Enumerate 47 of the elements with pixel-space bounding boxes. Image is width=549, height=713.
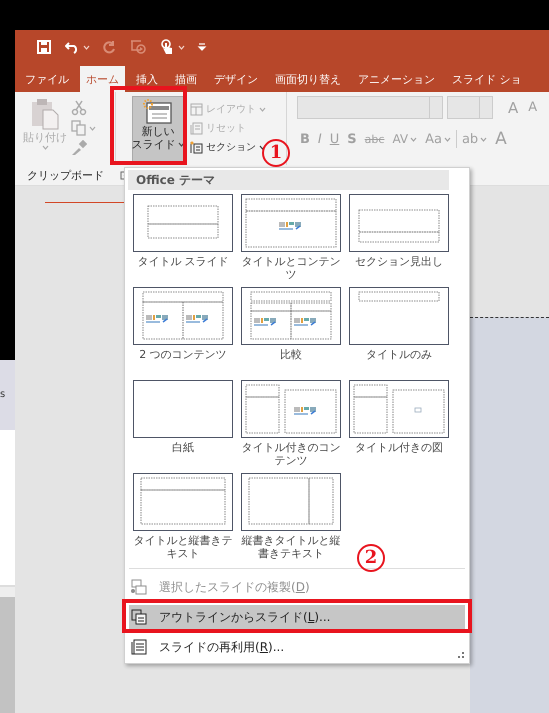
- customize-icon[interactable]: [195, 42, 209, 52]
- layout-option[interactable]: 2 つのコンテンツ: [129, 287, 237, 380]
- caret-icon: [410, 136, 418, 142]
- group-label: クリップボード: [27, 168, 104, 182]
- scrollbar[interactable]: [0, 587, 15, 713]
- ribbon-tab[interactable]: デザイン: [208, 66, 264, 92]
- caret-icon[interactable]: [83, 44, 90, 50]
- layout-option[interactable]: 比較: [237, 287, 345, 380]
- duplicate-slide-icon: [131, 579, 147, 595]
- layout-option[interactable]: タイトル付きの図: [345, 380, 453, 473]
- ribbon-tab[interactable]: ファイル: [19, 66, 75, 92]
- ribbon-tab[interactable]: 挿入: [130, 66, 164, 92]
- clipboard-icon: [30, 98, 60, 130]
- layout-option[interactable]: タイトル付きのコンテンツ: [237, 380, 345, 473]
- section-icon: [190, 140, 203, 154]
- reset-icon: [190, 122, 203, 134]
- ribbon-tab[interactable]: ホーム: [80, 66, 125, 92]
- ribbon-tab[interactable]: 画面切り替え: [269, 66, 347, 92]
- caret-icon: [480, 136, 488, 142]
- ribbon-tab[interactable]: 描画: [169, 66, 203, 92]
- reuse-slides-icon: [131, 639, 147, 655]
- caret-icon: [42, 145, 48, 150]
- layout-option[interactable]: タイトル スライド: [129, 194, 237, 287]
- thumbnail-text: s: [0, 389, 6, 401]
- layout-option[interactable]: タイトルと縦書きテキスト: [129, 473, 237, 566]
- step-number: 1: [262, 139, 290, 167]
- layout-option[interactable]: タイトルのみ: [345, 287, 453, 380]
- step-number: 2: [357, 544, 385, 572]
- ribbon-tab[interactable]: スライド ショ: [446, 66, 528, 92]
- layout-option[interactable]: タイトルとコンテンツ: [237, 194, 345, 287]
- resize-grip-icon[interactable]: [457, 651, 465, 659]
- new-slide-icon: [143, 99, 173, 125]
- new-slide-button[interactable]: 新しい スライド: [132, 96, 184, 162]
- caret-icon[interactable]: [178, 44, 185, 50]
- ribbon-tab[interactable]: アニメーション: [352, 66, 441, 92]
- layout-icon: [190, 102, 203, 116]
- outline-icon: [131, 609, 147, 625]
- menu-item[interactable]: スライドの再利用(R)...: [129, 635, 465, 659]
- menu-header: Office テーマ: [128, 170, 449, 190]
- caret-icon: [444, 136, 451, 142]
- section-button[interactable]: セクション: [190, 140, 266, 154]
- caret-icon: [178, 142, 184, 147]
- layout-option[interactable]: 縦書きタイトルと縦書きテキスト: [237, 473, 345, 566]
- layout-option[interactable]: 白紙: [129, 380, 237, 473]
- layout-option[interactable]: セクション見出し: [345, 194, 453, 287]
- menu-item[interactable]: アウトラインからスライド(L)...: [129, 605, 465, 629]
- save-icon[interactable]: [35, 40, 53, 54]
